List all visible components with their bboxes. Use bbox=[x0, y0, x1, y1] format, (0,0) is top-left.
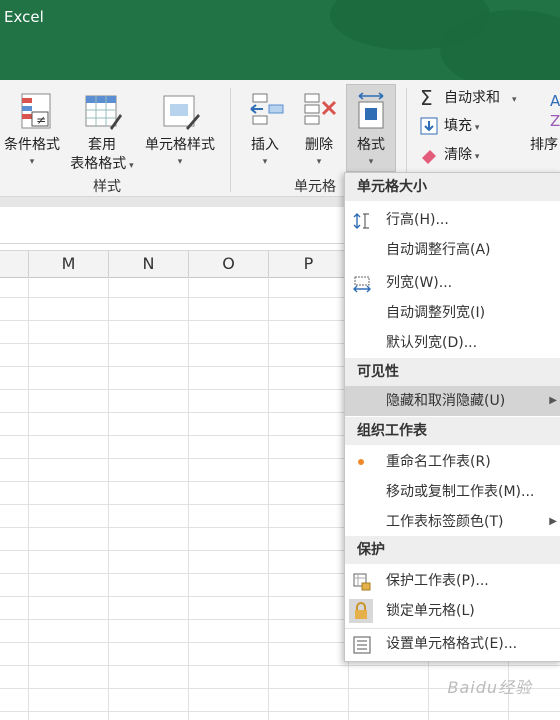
menu-section-protection: 保护 bbox=[345, 536, 560, 564]
format-dropdown-menu: 单元格大小 行高(H)... 自动调整行高(A) 列宽(W)... 自动调整列宽… bbox=[344, 172, 560, 662]
chevron-down-icon: ▾ bbox=[368, 157, 374, 167]
sigma-icon: Σ bbox=[420, 86, 433, 110]
styles-group-label: 样式 bbox=[93, 179, 121, 195]
cells-group-label: 单元格 bbox=[294, 179, 336, 195]
lock-cell-label: 锁定单元格(L) bbox=[386, 603, 475, 619]
menu-section-visibility: 可见性 bbox=[345, 358, 560, 386]
row-height-label: 行高(H)... bbox=[386, 212, 449, 228]
menu-item-lock-cell[interactable]: 锁定单元格(L) bbox=[345, 596, 560, 626]
menu-item-rename-sheet[interactable]: 重命名工作表(R) bbox=[345, 447, 560, 477]
column-header-p[interactable]: P bbox=[269, 251, 349, 277]
fill-button[interactable]: 填充 ▾ bbox=[420, 114, 479, 138]
svg-text:≠: ≠ bbox=[36, 113, 46, 127]
menu-item-tab-color[interactable]: 工作表标签颜色(T) ▶ bbox=[345, 507, 560, 537]
chevron-down-icon: ▾ bbox=[472, 123, 480, 133]
menu-item-autofit-row-height[interactable]: 自动调整行高(A) bbox=[345, 235, 560, 265]
column-width-icon bbox=[353, 274, 371, 293]
bullet-dot-icon bbox=[358, 459, 364, 465]
clear-label: 清除 bbox=[444, 147, 472, 163]
default-width-label: 默认列宽(D)... bbox=[386, 335, 478, 351]
conditional-formatting-button[interactable]: ≠ 条件格式 ▾ bbox=[0, 92, 64, 169]
menu-item-column-width[interactable]: 列宽(W)... bbox=[345, 268, 560, 298]
app-title: Excel bbox=[4, 8, 44, 26]
menu-item-row-height[interactable]: 行高(H)... bbox=[345, 205, 560, 235]
protect-sheet-icon bbox=[353, 572, 371, 591]
format-as-table-label-1: 套用 bbox=[88, 137, 116, 153]
svg-text:A: A bbox=[550, 92, 560, 110]
format-as-table-icon bbox=[82, 92, 122, 132]
clear-button[interactable]: 清除 ▾ bbox=[420, 143, 479, 167]
autosum-button[interactable]: Σ 自动求和 ▾ bbox=[420, 86, 517, 110]
grid-row-line bbox=[0, 711, 560, 712]
sort-label: 排序 bbox=[530, 137, 558, 153]
cell-styles-label: 单元格样式 bbox=[145, 137, 215, 153]
cell-styles-button[interactable]: 单元格样式 ▾ bbox=[140, 92, 220, 169]
autofit-row-height-label: 自动调整行高(A) bbox=[386, 242, 491, 258]
chevron-down-icon: ▾ bbox=[29, 157, 35, 167]
chevron-down-icon: ▾ bbox=[472, 152, 480, 162]
protect-sheet-label: 保护工作表(P)... bbox=[386, 573, 489, 589]
menu-item-autofit-column-width[interactable]: 自动调整列宽(I) bbox=[345, 298, 560, 328]
menu-item-hide-unhide[interactable]: 隐藏和取消隐藏(U) ▶ bbox=[345, 386, 560, 416]
watermark: Baidu经验 bbox=[447, 678, 532, 697]
format-label: 格式 bbox=[357, 137, 385, 153]
column-header-partial[interactable] bbox=[0, 251, 29, 277]
title-bar: Excel bbox=[0, 0, 560, 80]
lock-icon bbox=[349, 599, 373, 623]
autosum-label: 自动求和 bbox=[444, 90, 500, 106]
grid-row-line bbox=[0, 665, 560, 666]
menu-item-format-cells[interactable]: 设置单元格格式(E)... bbox=[345, 629, 560, 659]
menu-section-organize-sheets: 组织工作表 bbox=[345, 417, 560, 445]
eraser-icon bbox=[420, 146, 438, 164]
hide-unhide-label: 隐藏和取消隐藏(U) bbox=[386, 393, 506, 409]
cell-styles-icon bbox=[160, 92, 200, 132]
group-divider bbox=[230, 88, 231, 192]
chevron-down-icon: ▾ bbox=[512, 95, 517, 105]
insert-button[interactable]: 插入 ▾ bbox=[242, 92, 288, 169]
delete-label: 删除 bbox=[305, 137, 333, 153]
format-as-table-label-2: 表格格式 bbox=[70, 156, 127, 172]
fill-label: 填充 bbox=[444, 118, 472, 134]
menu-item-protect-sheet[interactable]: 保护工作表(P)... bbox=[345, 566, 560, 596]
submenu-arrow-icon: ▶ bbox=[549, 516, 557, 527]
move-copy-sheet-label: 移动或复制工作表(M)... bbox=[386, 484, 535, 500]
svg-text:Z: Z bbox=[550, 112, 560, 130]
row-height-icon bbox=[353, 211, 371, 229]
column-header-n[interactable]: N bbox=[109, 251, 189, 277]
delete-button[interactable]: 删除 ▾ bbox=[296, 92, 342, 169]
sort-filter-button[interactable]: AZ 排序 bbox=[528, 92, 560, 155]
format-cells-dialog-icon bbox=[353, 635, 371, 654]
rename-sheet-label: 重命名工作表(R) bbox=[386, 454, 491, 470]
autofit-column-width-label: 自动调整列宽(I) bbox=[386, 305, 486, 321]
chevron-down-icon: ▾ bbox=[316, 157, 322, 167]
chevron-down-icon: ▾ bbox=[177, 157, 183, 167]
format-button[interactable]: 格式 ▾ bbox=[346, 92, 396, 169]
chevron-down-icon: ▾ bbox=[262, 157, 268, 167]
tab-color-label: 工作表标签颜色(T) bbox=[386, 514, 504, 530]
format-cells-icon bbox=[351, 92, 391, 132]
conditional-formatting-icon: ≠ bbox=[12, 92, 52, 132]
format-as-table-button[interactable]: 套用 表格格式 ▾ bbox=[64, 92, 140, 174]
chevron-down-icon: ▾ bbox=[126, 161, 134, 171]
fill-down-icon bbox=[420, 117, 438, 135]
menu-item-default-width[interactable]: 默认列宽(D)... bbox=[345, 328, 560, 358]
conditional-formatting-label: 条件格式 bbox=[4, 137, 60, 153]
submenu-arrow-icon: ▶ bbox=[549, 395, 557, 406]
sort-icon: AZ bbox=[528, 92, 560, 132]
menu-section-cell-size: 单元格大小 bbox=[345, 173, 560, 201]
delete-cells-icon bbox=[299, 92, 339, 132]
insert-cells-icon bbox=[245, 92, 285, 132]
column-width-label: 列宽(W)... bbox=[386, 275, 453, 291]
menu-item-move-copy-sheet[interactable]: 移动或复制工作表(M)... bbox=[345, 477, 560, 507]
insert-label: 插入 bbox=[251, 137, 279, 153]
column-header-o[interactable]: O bbox=[189, 251, 269, 277]
format-cells-label: 设置单元格格式(E)... bbox=[386, 636, 518, 652]
column-header-m[interactable]: M bbox=[29, 251, 109, 277]
